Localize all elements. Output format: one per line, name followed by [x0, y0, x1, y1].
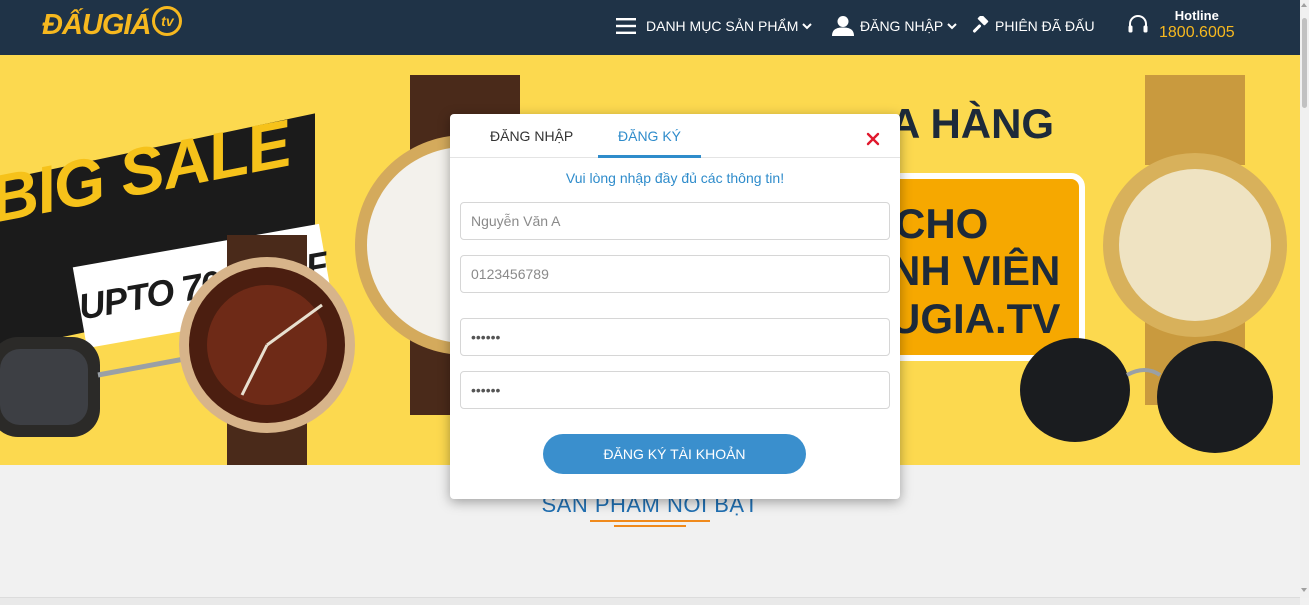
- scrollbar-thumb[interactable]: [1302, 18, 1307, 108]
- bid-history-link[interactable]: PHIÊN ĐÃ ĐẤU: [971, 14, 1095, 38]
- register-account-button[interactable]: ĐĂNG KÝ TÀI KHOẢN: [543, 434, 806, 474]
- tab-register[interactable]: ĐĂNG KÝ: [618, 128, 681, 144]
- top-header: ĐẤUGIÁ tv DANH MỤC SẢN PHẨM ĐĂNG NHẬP PH…: [0, 0, 1300, 55]
- hotline-title: Hotline: [1174, 8, 1219, 23]
- phone-input[interactable]: [460, 255, 890, 293]
- page-scrollbar[interactable]: [1300, 0, 1309, 598]
- hotline-number: 1800.6005: [1159, 24, 1235, 41]
- chevron-down-icon: [947, 23, 957, 30]
- close-icon: [866, 132, 880, 146]
- hamburger-icon: [616, 18, 636, 34]
- content-divider: [0, 597, 1300, 605]
- category-menu-button[interactable]: DANH MỤC SẢN PHẨM: [616, 14, 813, 38]
- tab-login[interactable]: ĐĂNG NHẬP: [490, 128, 573, 144]
- sunglasses-left-image: [0, 337, 196, 437]
- login-menu-label: ĐĂNG NHẬP: [860, 18, 944, 34]
- promo-line: CHO: [895, 200, 989, 247]
- section-title-underline: [614, 525, 686, 527]
- register-modal: ĐĂNG NHẬP ĐĂNG KÝ Vui lòng nhập đầy đủ c…: [450, 114, 900, 499]
- login-menu-button[interactable]: ĐĂNG NHẬP: [832, 14, 957, 38]
- bid-history-label: PHIÊN ĐÃ ĐẤU: [995, 18, 1095, 34]
- site-logo[interactable]: ĐẤUGIÁ tv: [42, 6, 183, 44]
- promo-line: NH VIÊN: [890, 247, 1061, 294]
- chevron-down-icon: [802, 23, 813, 30]
- logo-badge: tv: [152, 6, 183, 36]
- sunglasses-right-image: [1020, 338, 1273, 453]
- modal-tabs: ĐĂNG NHẬP ĐĂNG KÝ: [450, 114, 900, 158]
- promo-line: A HÀNG: [890, 100, 1055, 147]
- headset-icon: [1128, 15, 1148, 33]
- form-instruction: Vui lòng nhập đầy đủ các thông tin!: [565, 170, 785, 186]
- full-name-input[interactable]: [460, 202, 890, 240]
- close-button[interactable]: [864, 130, 882, 148]
- password-input[interactable]: [460, 318, 890, 356]
- scroll-down-arrow-icon[interactable]: [1301, 588, 1307, 592]
- user-icon: [832, 16, 854, 36]
- logo-text: ĐẤUGIÁ: [42, 8, 151, 41]
- hotline[interactable]: Hotline 1800.6005: [1127, 8, 1235, 42]
- watch-brown-image: [179, 235, 355, 465]
- confirm-password-input[interactable]: [460, 371, 890, 409]
- category-menu-label: DANH MỤC SẢN PHẨM: [646, 18, 799, 34]
- scroll-up-arrow-icon[interactable]: [1301, 3, 1307, 7]
- section-title-underline: [590, 520, 710, 522]
- gavel-icon: [972, 16, 989, 33]
- active-tab-indicator: [598, 155, 701, 158]
